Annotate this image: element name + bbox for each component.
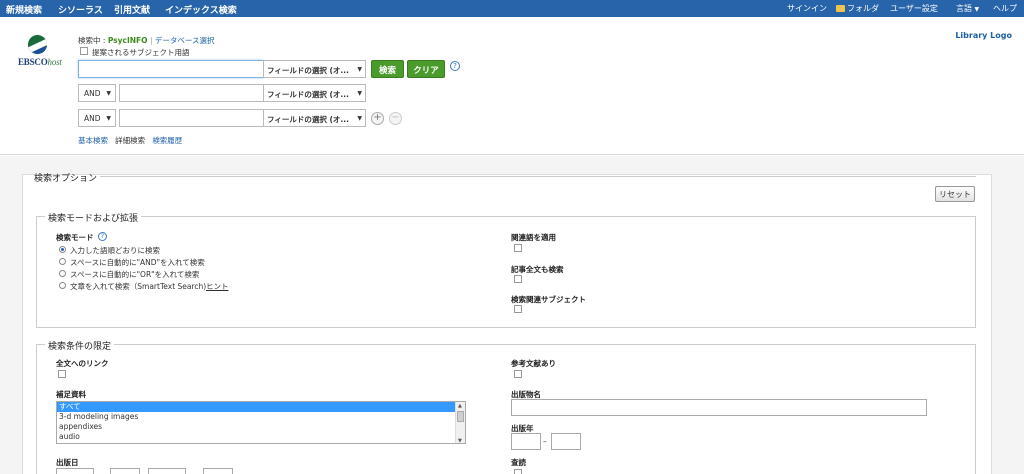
folder-icon [836, 5, 845, 12]
choose-database-link[interactable]: データベース選択 [155, 36, 215, 45]
chevron-down-icon: ▼ [106, 90, 111, 97]
field-select-2[interactable]: フィールドの選択 (オ... ▼ [263, 84, 366, 102]
pub-date-year-from[interactable] [110, 468, 140, 474]
search-input-2[interactable] [119, 84, 264, 102]
supplemental-listbox[interactable]: すべて 3-d modeling images appendixes audio… [56, 401, 466, 444]
fulltext-search-checkbox[interactable] [514, 275, 522, 283]
help-icon[interactable]: ? [98, 232, 107, 241]
folder-link[interactable]: フォルダ [836, 3, 879, 14]
fulltext-link-label: 全文へのリンク [56, 359, 109, 368]
peer-reviewed-checkbox[interactable] [514, 469, 522, 474]
chevron-down-icon: ▼ [357, 115, 362, 122]
list-item[interactable]: appendixes [57, 422, 465, 432]
nav-index-search[interactable]: インデックス検索 [165, 3, 237, 16]
nav-thesaurus[interactable]: シソーラス [58, 3, 103, 16]
signin-link[interactable]: サインイン [787, 3, 827, 14]
mode-radio-all-words[interactable] [59, 258, 66, 265]
mode-radio-boolean[interactable] [59, 246, 66, 253]
ebsco-logo-icon [28, 35, 47, 54]
search-options-title: 検索オプション [34, 174, 98, 184]
nav-cited-references[interactable]: 引用文献 [114, 3, 150, 16]
searching-label: 検索中 : [78, 36, 106, 45]
clear-button[interactable]: クリア [407, 60, 445, 78]
hint-link[interactable]: ヒント [206, 281, 229, 292]
field-select-3[interactable]: フィールドの選択 (オ... ▼ [263, 109, 366, 127]
mode-label-smarttext: 文章を入れて検索（SmartText Search) [70, 282, 207, 291]
related-words-label: 関連語を適用 [511, 233, 556, 242]
scroll-up-icon: ▲ [458, 403, 462, 409]
boolean-operator-select-2[interactable]: AND ▼ [78, 84, 116, 102]
fulltext-link-checkbox[interactable] [58, 370, 66, 378]
help-link[interactable]: ヘルプ [993, 3, 1017, 14]
advanced-search-label: 詳細検索 [115, 136, 146, 145]
help-icon[interactable]: ? [450, 61, 460, 71]
list-item[interactable]: 3-d modeling images [57, 412, 465, 422]
search-input-3[interactable] [119, 109, 264, 127]
boolean-operator-select-3[interactable]: AND ▼ [78, 109, 116, 127]
searching-database: 検索中 : PsycINFO | データベース選択 [78, 36, 215, 45]
top-nav-bar: 新規検索 シソーラス 引用文献 インデックス検索 サインイン フォルダ ユーザー… [0, 0, 1024, 17]
add-row-icon[interactable]: + [371, 112, 384, 125]
publication-input[interactable] [511, 399, 927, 416]
database-name: PsycINFO [107, 36, 148, 45]
pub-year-to[interactable] [551, 433, 581, 450]
search-mode-links: 基本検索 詳細検索 検索履歴 [78, 135, 182, 146]
references-label: 参考文献あり [511, 359, 556, 368]
search-modes-title: 検索モードおよび拡張 [45, 211, 142, 224]
chevron-down-icon: ▼ [357, 66, 362, 73]
ebsco-logo-text: EBSCOhost [18, 57, 62, 67]
reset-button[interactable]: リセット [935, 186, 975, 202]
pub-date-month-to[interactable] [148, 468, 186, 474]
listbox-scrollbar[interactable]: ▲ ▼ [455, 402, 465, 444]
suggest-subject-label: 提案されるサブジェクト用語 [92, 48, 190, 57]
limits-title: 検索条件の限定 [45, 339, 115, 352]
preferences-link[interactable]: ユーザー設定 [890, 3, 938, 14]
field-select-1[interactable]: フィールドの選択 (オ... ▼ [263, 60, 366, 78]
library-logo: Library Logo [955, 31, 1012, 40]
pub-date-month-from[interactable] [56, 468, 94, 474]
supplemental-label: 補足資料 [56, 390, 86, 399]
chevron-down-icon: ▼ [974, 6, 980, 13]
list-item[interactable]: すべて [57, 402, 465, 412]
peer-reviewed-label: 査読 [511, 458, 526, 467]
language-menu[interactable]: 言語 ▼ [956, 3, 979, 14]
remove-row-icon[interactable]: − [389, 112, 402, 125]
language-label: 言語 [956, 4, 972, 13]
basic-search-link[interactable]: 基本検索 [78, 136, 108, 145]
related-subjects-label: 検索関連サブジェクト [511, 295, 586, 304]
mode-label-all-words: スペースに自動的に"AND"を入れて検索 [70, 258, 205, 267]
chevron-down-icon: ▼ [106, 115, 111, 122]
mode-radio-any-words[interactable] [59, 270, 66, 277]
mode-label-boolean: 入力した語順どおりに検索 [70, 246, 160, 255]
references-checkbox[interactable] [514, 370, 522, 378]
chevron-down-icon: ▼ [357, 90, 362, 97]
list-item[interactable]: audio [57, 432, 465, 442]
related-subjects-checkbox[interactable] [514, 305, 522, 313]
pub-date-year-to[interactable] [203, 468, 233, 474]
search-input-1[interactable] [78, 60, 264, 78]
suggest-subject-checkbox[interactable] [80, 47, 88, 55]
scroll-down-icon: ▼ [458, 438, 462, 444]
search-history-link[interactable]: 検索履歴 [152, 136, 182, 145]
search-mode-label: 検索モード [56, 233, 94, 242]
mode-label-any-words: スペースに自動的に"OR"を入れて検索 [70, 270, 200, 279]
search-button[interactable]: 検索 [371, 60, 404, 78]
mode-radio-smarttext[interactable] [59, 282, 66, 289]
pub-year-from[interactable] [511, 433, 541, 450]
range-dash: – [543, 437, 547, 446]
related-words-checkbox[interactable] [514, 244, 522, 252]
nav-new-search[interactable]: 新規検索 [6, 3, 42, 16]
pub-date-label: 出版日 [56, 458, 79, 467]
folder-label: フォルダ [847, 4, 879, 13]
fulltext-search-label: 記事全文も検索 [511, 265, 564, 274]
